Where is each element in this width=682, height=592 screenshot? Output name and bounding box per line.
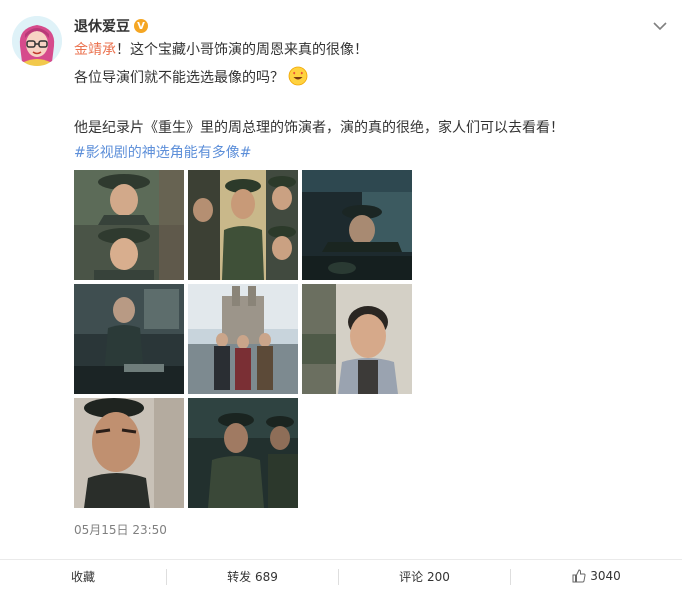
verified-badge-icon: V <box>134 19 148 33</box>
post-timestamp[interactable]: 05月15日 23:50 <box>74 521 167 538</box>
photo-3[interactable] <box>302 170 412 280</box>
avatar[interactable] <box>12 16 62 66</box>
author-name[interactable]: 退休爱豆 <box>74 16 130 36</box>
post-text-line-3: 他是纪录片《重生》里的周总理的饰演者，演的真的很绝，家人们可以去看看！ <box>74 120 564 136</box>
thumbs-up-icon <box>572 569 586 583</box>
photo-8[interactable] <box>188 398 298 508</box>
smiling-face-with-heart-eyes-icon <box>288 66 308 92</box>
photo-4[interactable] <box>74 284 184 394</box>
post-text-line-1-rest: ！这个宝藏小哥饰演的周恩来真的很像！ <box>116 42 368 58</box>
like-button[interactable]: 3040 <box>511 560 682 592</box>
post-text-line-2-text: 各位导演们就不能选选最像的吗？ <box>74 70 284 86</box>
post-text-line-1: 金靖承！这个宝藏小哥饰演的周恩来真的很像！ <box>74 40 368 60</box>
repost-button[interactable]: 转发 689 <box>167 560 338 592</box>
mention-link[interactable]: 金靖承 <box>74 42 116 58</box>
repost-label: 转发 689 <box>227 569 278 584</box>
favorite-label: 收藏 <box>70 569 95 584</box>
more-options-button[interactable] <box>650 16 670 36</box>
action-bar: 收藏 转发 689 评论 200 3040 <box>0 559 682 592</box>
weibo-post-card: 退休爱豆 V 金靖承！这个宝藏小哥饰演的周恩来真的很像！ 各位导演们就不能选选最… <box>0 0 682 591</box>
like-count: 3040 <box>590 569 621 583</box>
photo-1[interactable] <box>74 170 184 280</box>
comment-label: 评论 200 <box>399 569 450 584</box>
comment-button[interactable]: 评论 200 <box>339 560 510 592</box>
author-row: 退休爱豆 V <box>74 16 148 36</box>
post-text-line-2: 各位导演们就不能选选最像的吗？ <box>74 66 308 92</box>
chevron-down-icon <box>653 22 667 31</box>
photo-5[interactable] <box>188 284 298 394</box>
photo-2[interactable] <box>188 170 298 280</box>
photo-7[interactable] <box>74 398 184 508</box>
topic-hashtag-link[interactable]: #影视剧的神选角能有多像# <box>74 143 251 163</box>
photo-6[interactable] <box>302 284 412 394</box>
favorite-button[interactable]: 收藏 <box>0 560 166 592</box>
